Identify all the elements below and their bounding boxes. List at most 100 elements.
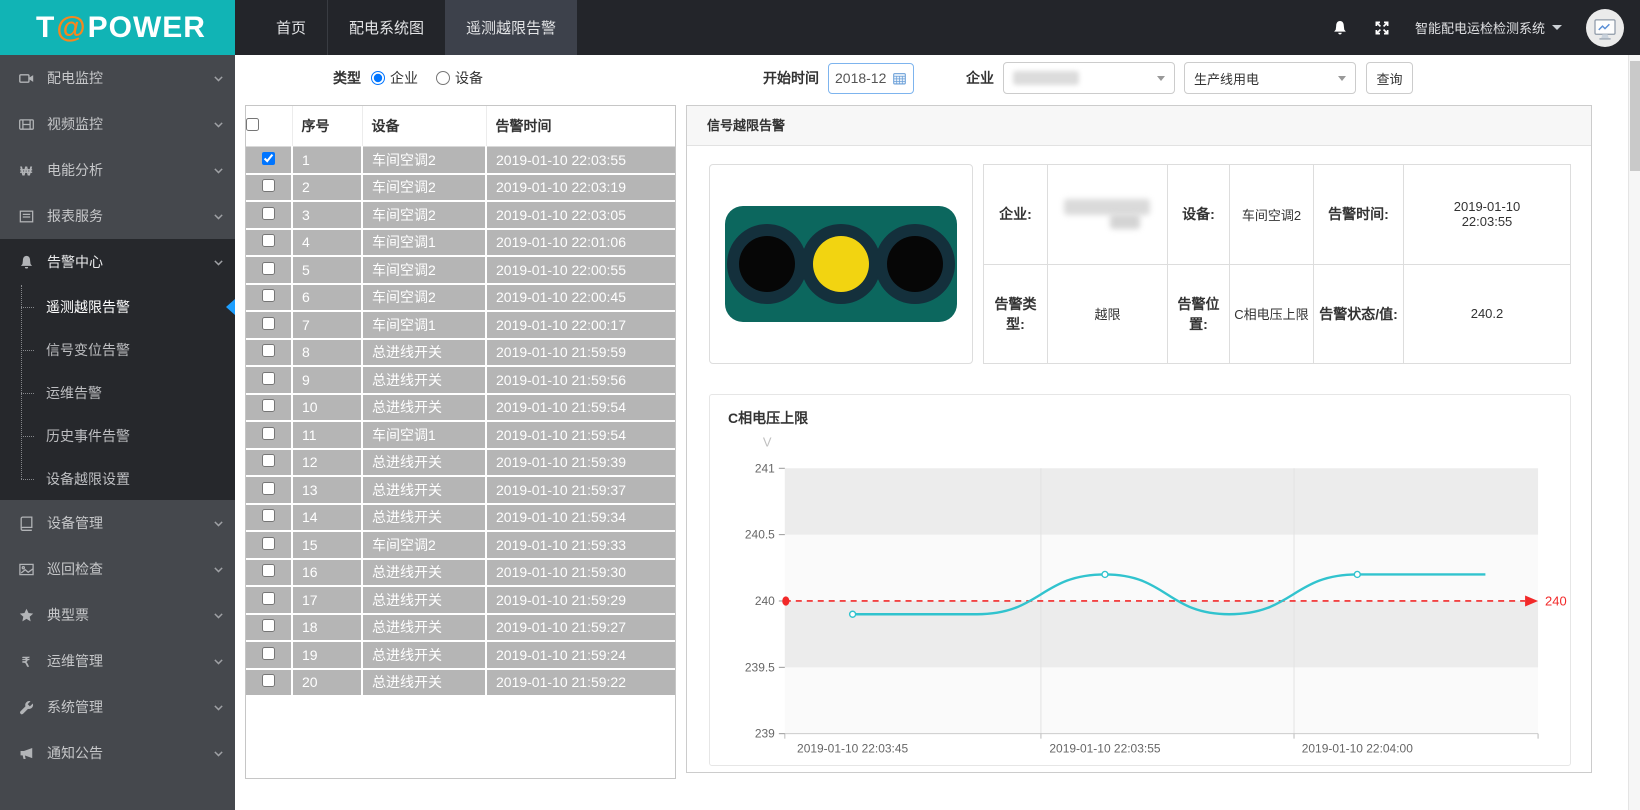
row-device: 车间空调2 — [362, 531, 486, 559]
row-checkbox[interactable] — [262, 179, 275, 192]
sidebar-item[interactable]: 告警中心 — [0, 239, 235, 285]
line-select[interactable]: 生产线用电 — [1184, 62, 1356, 94]
row-checkbox[interactable] — [262, 152, 275, 165]
main-content: 类型 企业设备 开始时间 企业 生产线用电 查询 — [235, 55, 1628, 810]
sidebar-item[interactable]: 配电监控 — [0, 55, 235, 101]
row-checkbox[interactable] — [262, 482, 275, 495]
row-checkbox[interactable] — [262, 289, 275, 302]
row-num: 19 — [292, 641, 362, 669]
row-device: 车间空调1 — [362, 229, 486, 257]
row-checkbox[interactable] — [262, 317, 275, 330]
report-icon — [18, 208, 35, 225]
row-num: 9 — [292, 366, 362, 394]
row-checkbox[interactable] — [262, 262, 275, 275]
table-row[interactable]: 13总进线开关2019-01-10 21:59:37 — [246, 476, 675, 504]
row-checkbox[interactable] — [262, 509, 275, 522]
top-tab[interactable]: 遥测越限告警 — [445, 0, 577, 55]
table-row[interactable]: 17总进线开关2019-01-10 21:59:29 — [246, 586, 675, 614]
row-time: 2019-01-10 21:59:30 — [486, 559, 675, 587]
calendar-icon[interactable] — [892, 71, 907, 86]
row-checkbox[interactable] — [262, 647, 275, 660]
row-device: 总进线开关 — [362, 476, 486, 504]
vertical-scrollbar[interactable] — [1628, 55, 1640, 810]
sidebar-subitem[interactable]: 历史事件告警 — [0, 414, 235, 457]
row-time: 2019-01-10 21:59:29 — [486, 586, 675, 614]
row-checkbox[interactable] — [262, 454, 275, 467]
table-row[interactable]: 10总进线开关2019-01-10 21:59:54 — [246, 394, 675, 422]
table-row[interactable]: 7车间空调12019-01-10 22:00:17 — [246, 311, 675, 339]
chevron-down-icon — [212, 517, 225, 530]
info-value: 240.2 — [1404, 265, 1571, 365]
type-radio-option[interactable]: 企业 — [371, 68, 418, 88]
row-checkbox[interactable] — [262, 344, 275, 357]
type-radio-option[interactable]: 设备 — [436, 68, 483, 88]
row-device: 车间空调1 — [362, 311, 486, 339]
radio-input[interactable] — [436, 71, 450, 85]
row-checkbox[interactable] — [262, 619, 275, 632]
svg-text:239: 239 — [755, 727, 775, 741]
sidebar-subitem[interactable]: 信号变位告警 — [0, 328, 235, 371]
table-row[interactable]: 4车间空调12019-01-10 22:01:06 — [246, 229, 675, 257]
enterprise-select[interactable] — [1003, 62, 1175, 94]
row-checkbox[interactable] — [262, 234, 275, 247]
sidebar-item[interactable]: 通知公告 — [0, 730, 235, 776]
row-checkbox[interactable] — [262, 674, 275, 687]
table-row[interactable]: 5车间空调22019-01-10 22:00:55 — [246, 256, 675, 284]
row-checkbox[interactable] — [262, 592, 275, 605]
traffic-lamp-0 — [739, 236, 795, 292]
traffic-light-widget — [709, 164, 973, 364]
top-tab[interactable]: 配电系统图 — [327, 0, 445, 55]
select-all-checkbox[interactable] — [246, 118, 259, 131]
scrollbar-thumb[interactable] — [1630, 61, 1640, 171]
table-row[interactable]: 2车间空调22019-01-10 22:03:19 — [246, 174, 675, 202]
row-checkbox[interactable] — [262, 427, 275, 440]
row-checkbox[interactable] — [262, 372, 275, 385]
table-row[interactable]: 15车间空调22019-01-10 21:59:33 — [246, 531, 675, 559]
top-tab[interactable]: 首页 — [255, 0, 327, 55]
videocam-icon — [18, 70, 35, 87]
fullscreen-icon[interactable] — [1373, 19, 1391, 37]
sidebar-item[interactable]: 巡回检查 — [0, 546, 235, 592]
svg-text:V: V — [763, 434, 772, 449]
table-row[interactable]: 18总进线开关2019-01-10 21:59:27 — [246, 614, 675, 642]
table-row[interactable]: 19总进线开关2019-01-10 21:59:24 — [246, 641, 675, 669]
table-row[interactable]: 20总进线开关2019-01-10 21:59:22 — [246, 669, 675, 697]
traffic-lamp-2 — [887, 236, 943, 292]
sidebar-item[interactable]: ₩电能分析 — [0, 147, 235, 193]
sidebar-subitem[interactable]: 遥测越限告警 — [0, 285, 235, 328]
table-row[interactable]: 8总进线开关2019-01-10 21:59:59 — [246, 339, 675, 367]
table-row[interactable]: 14总进线开关2019-01-10 21:59:34 — [246, 504, 675, 532]
sidebar-subitem[interactable]: 运维告警 — [0, 371, 235, 414]
sidebar-group: 告警中心遥测越限告警信号变位告警运维告警历史事件告警设备越限设置 — [0, 239, 235, 500]
row-time: 2019-01-10 21:59:34 — [486, 504, 675, 532]
notification-bell-icon[interactable] — [1331, 19, 1349, 37]
sidebar-item[interactable]: 典型票 — [0, 592, 235, 638]
row-checkbox[interactable] — [262, 537, 275, 550]
table-row[interactable]: 16总进线开关2019-01-10 21:59:30 — [246, 559, 675, 587]
row-checkbox[interactable] — [262, 207, 275, 220]
sidebar-group: 通知公告 — [0, 730, 235, 776]
sidebar-item[interactable]: 设备管理 — [0, 500, 235, 546]
sidebar-item[interactable]: ₹运维管理 — [0, 638, 235, 684]
user-avatar[interactable] — [1586, 9, 1624, 47]
system-title-menu[interactable]: 智能配电运检检测系统 — [1415, 18, 1562, 37]
row-checkbox[interactable] — [262, 399, 275, 412]
sidebar-item[interactable]: 系统管理 — [0, 684, 235, 730]
table-row[interactable]: 11车间空调12019-01-10 21:59:54 — [246, 421, 675, 449]
query-button[interactable]: 查询 — [1366, 62, 1413, 94]
radio-input[interactable] — [371, 71, 385, 85]
alarm-table-panel: 序号 设备 告警时间 1车间空调22019-01-10 22:03:552车间空… — [245, 105, 676, 779]
table-row[interactable]: 12总进线开关2019-01-10 21:59:39 — [246, 449, 675, 477]
start-time-input[interactable] — [835, 70, 889, 86]
sidebar-subitem[interactable]: 设备越限设置 — [0, 457, 235, 500]
filter-bar: 类型 企业设备 开始时间 企业 生产线用电 查询 — [235, 55, 1628, 101]
table-row[interactable]: 1车间空调22019-01-10 22:03:55 — [246, 146, 675, 174]
row-checkbox[interactable] — [262, 564, 275, 577]
table-row[interactable]: 3车间空调22019-01-10 22:03:05 — [246, 201, 675, 229]
sidebar-item[interactable]: 视频监控 — [0, 101, 235, 147]
table-row[interactable]: 6车间空调22019-01-10 22:00:45 — [246, 284, 675, 312]
start-time-picker[interactable] — [828, 63, 914, 94]
sidebar-item[interactable]: 报表服务 — [0, 193, 235, 239]
table-row[interactable]: 9总进线开关2019-01-10 21:59:56 — [246, 366, 675, 394]
row-num: 12 — [292, 449, 362, 477]
